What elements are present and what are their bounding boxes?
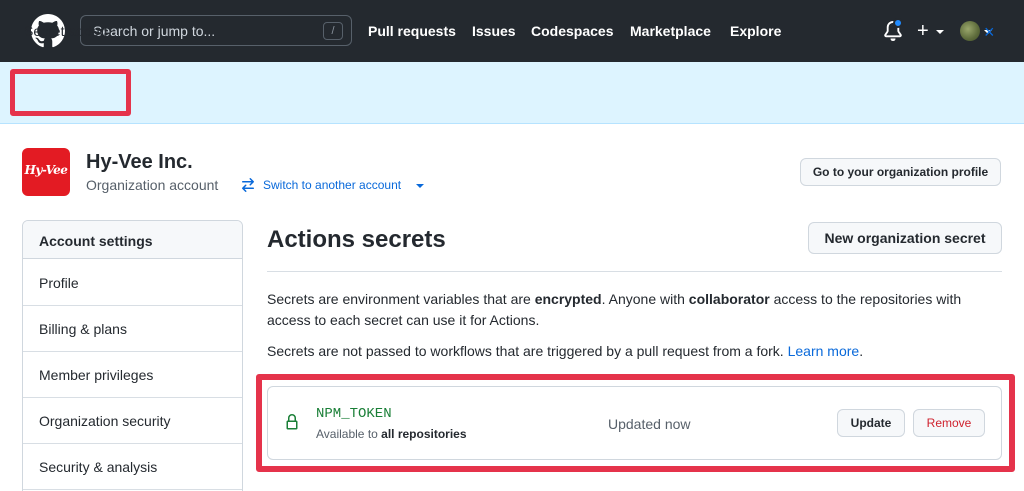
sidebar-item-label: Organization security [39,413,171,429]
sidebar-item-label: Billing & plans [39,321,127,337]
nav-marketplace[interactable]: Marketplace [630,23,711,39]
sidebar-heading-label: Account settings [39,233,153,249]
flash-highlight [10,69,131,116]
flash-message: Secret added. [24,23,112,39]
notification-indicator [893,18,903,28]
org-profile-button[interactable]: Go to your organization profile [800,158,1001,186]
sidebar-item-member-privileges[interactable]: Member privileges [23,352,242,398]
search-input[interactable]: Search or jump to... / [80,15,352,46]
description-line-1: Secrets are environment variables that a… [267,289,961,310]
close-icon[interactable]: × [984,23,1000,41]
avatar [960,21,980,41]
title-divider [267,271,1002,272]
search-placeholder: Search or jump to... [93,23,216,39]
sidebar-item-organization-security[interactable]: Organization security [23,398,242,444]
fork-notice-text: Secrets are not passed to workflows that… [267,343,788,359]
description-text: . Anyone with [601,291,689,307]
org-name: Hy-Vee Inc. [86,151,193,173]
nav-explore[interactable]: Explore [730,23,781,39]
nav-issues[interactable]: Issues [472,23,516,39]
sidebar-item-billing[interactable]: Billing & plans [23,306,242,352]
new-organization-secret-button[interactable]: New organization secret [808,222,1002,254]
page-title: Actions secrets [267,226,446,253]
org-logo: Hy-Vee [22,148,70,196]
nav-pull-requests[interactable]: Pull requests [368,23,456,39]
description-line-2: access to each secret can use it for Act… [267,312,540,328]
search-shortcut-key: / [323,22,343,40]
sidebar-item-profile[interactable]: Profile [23,260,242,306]
sidebar-heading: Account settings [23,221,242,259]
sidebar-item-label: Security & analysis [39,459,158,475]
learn-more-link[interactable]: Learn more [788,343,860,359]
org-logo-text: Hy-Vee [24,163,68,177]
secret-highlight [256,374,1015,472]
description-text: access to the repositories with [769,291,962,307]
sidebar-item-label: Profile [39,275,79,291]
description-emphasis: collaborator [688,291,770,307]
sidebar-item-security-analysis[interactable]: Security & analysis [23,444,242,490]
org-account-type: Organization account [86,177,219,193]
switch-account-link[interactable]: Switch to another account [263,178,401,192]
global-header: Search or jump to... / Pull requests Iss… [0,0,1024,62]
flash-banner [0,62,1024,124]
fork-notice-period: . [859,343,864,359]
sidebar-item-label: Member privileges [39,367,154,383]
chevron-down-icon [416,184,424,188]
chevron-down-icon [936,30,944,34]
settings-sidebar: Account settings Profile Billing & plans… [22,220,243,491]
switch-arrows-icon[interactable] [240,177,256,193]
description-emphasis: encrypted [534,291,602,307]
fork-notice: Secrets are not passed to workflows that… [267,341,863,362]
description-text: Secrets are environment variables that a… [267,291,535,307]
nav-codespaces[interactable]: Codespaces [531,23,613,39]
